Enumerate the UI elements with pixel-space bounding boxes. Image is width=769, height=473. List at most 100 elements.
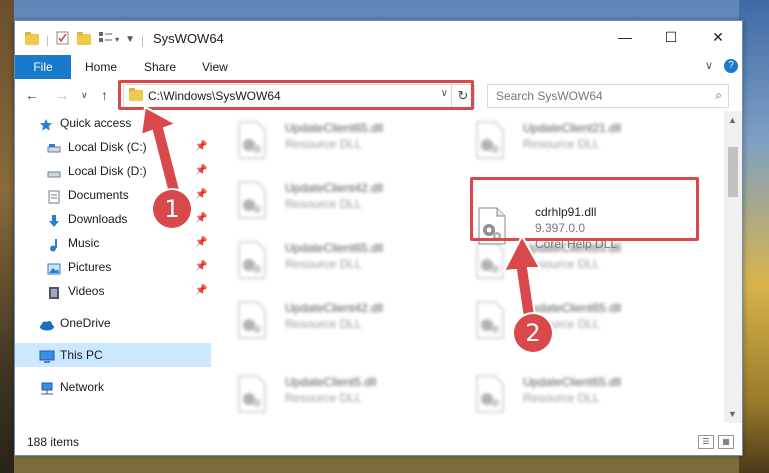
view-menu-icon[interactable] <box>99 32 113 47</box>
file-type: Resource DLL <box>523 391 600 405</box>
up-arrow-icon[interactable]: ↑ <box>101 87 108 103</box>
file-item[interactable]: UpdateClient5.dll Resource DLL <box>237 373 467 421</box>
pin-icon[interactable]: 📌 <box>195 279 207 303</box>
music-icon <box>47 236 61 252</box>
sidebar-item-pictures[interactable]: Pictures 📌 <box>15 255 211 279</box>
tab-file[interactable]: File <box>15 55 71 79</box>
file-item[interactable]: UpdateClient21.dll Resource DLL <box>475 119 705 167</box>
pin-icon[interactable]: 📌 <box>195 135 207 159</box>
search-box[interactable]: Search SysWOW64 ⌕ <box>487 84 729 108</box>
quick-access-toolbar: | ▾ ▼ | <box>25 31 144 48</box>
desktop-background-right <box>739 0 769 473</box>
pin-icon[interactable]: 📌 <box>195 207 207 231</box>
dll-file-icon <box>238 121 266 159</box>
file-type: Resource DLL <box>285 391 362 405</box>
forward-arrow-icon[interactable]: → <box>55 87 69 103</box>
refresh-icon[interactable]: ↻ <box>451 85 474 107</box>
sidebar-item-quick-access[interactable]: Quick access <box>15 111 211 135</box>
file-item[interactable]: UpdateClient42.dll Resource DLL <box>237 179 467 227</box>
scroll-down-icon[interactable]: ▼ <box>728 409 737 419</box>
dll-file-icon <box>238 375 266 413</box>
chevron-down-icon[interactable]: ∨ <box>441 88 448 99</box>
file-list: UpdateClient65.dll Resource DLL UpdateCl… <box>211 111 724 421</box>
file-item[interactable]: UpdateClient65.dll Resource DLL <box>237 119 467 167</box>
sidebar-item-this-pc[interactable]: This PC <box>15 343 211 367</box>
pin-icon[interactable]: 📌 <box>195 231 207 255</box>
network-icon <box>39 380 53 395</box>
address-path[interactable]: C:\Windows\SysWOW64 <box>148 89 281 103</box>
sidebar-item-network[interactable]: Network <box>15 375 211 399</box>
desktop-background-left <box>0 0 14 473</box>
file-version: 9.397.0.0 <box>535 221 586 235</box>
tab-share[interactable]: Share <box>144 55 176 79</box>
file-type: Resource DLL <box>285 257 362 271</box>
file-name: UpdateClient42.dll <box>285 181 384 195</box>
address-bar[interactable]: C:\Windows\SysWOW64 ∨ ↻ <box>123 84 475 108</box>
search-icon[interactable]: ⌕ <box>715 88 722 103</box>
sidebar-item-music[interactable]: Music 📌 <box>15 231 211 255</box>
sidebar-item-label: Videos <box>68 284 105 298</box>
file-type: Resource DLL <box>523 137 600 151</box>
dll-file-icon <box>476 121 504 159</box>
dll-file-icon <box>238 181 266 219</box>
sidebar-item-local-disk-c[interactable]: Local Disk (C:) 📌 <box>15 135 211 159</box>
tab-home[interactable]: Home <box>85 55 117 79</box>
pin-icon[interactable]: 📌 <box>195 159 207 183</box>
expand-ribbon-icon[interactable]: ∨ <box>705 59 713 72</box>
sidebar-item-label: Music <box>68 236 100 250</box>
sidebar-item-label: Local Disk (C:) <box>68 140 147 154</box>
close-button[interactable]: ✕ <box>695 21 741 53</box>
minimize-button[interactable]: — <box>602 21 648 53</box>
file-item[interactable]: UpdateClient65.dll Resource DLL <box>475 299 705 347</box>
search-input[interactable]: Search SysWOW64 <box>496 89 603 103</box>
ribbon-tabs: File Home Share View ∨ ? <box>15 55 742 80</box>
customize-toolbar-icon[interactable]: ▼ <box>125 34 135 45</box>
chevron-down-icon[interactable]: ▾ <box>115 35 119 44</box>
file-item[interactable]: UpdateClient65.dll Resource DLL <box>475 373 705 421</box>
drive-icon <box>47 140 61 154</box>
file-name: UpdateClient21.dll <box>523 121 622 135</box>
properties-icon[interactable] <box>56 31 69 48</box>
large-icons-view-icon[interactable]: ▦ <box>718 435 734 449</box>
sidebar-item-local-disk-d[interactable]: Local Disk (D:) 📌 <box>15 159 211 183</box>
file-name: UpdateClient65.dll <box>285 241 384 255</box>
sidebar-item-onedrive[interactable]: OneDrive <box>15 311 211 335</box>
details-view-icon[interactable]: ☰ <box>698 435 714 449</box>
window-title: SysWOW64 <box>153 31 224 46</box>
file-item-cdrhlp91[interactable]: cdrhlp91.dll 9.397.0.0 Corel Help DLL <box>477 203 707 251</box>
maximize-button[interactable]: ☐ <box>648 21 694 53</box>
document-icon <box>47 188 61 204</box>
navigation-bar: ← → ∨ ↑ C:\Windows\SysWOW64 ∨ ↻ Search S… <box>15 79 742 111</box>
videos-icon <box>47 284 61 299</box>
sidebar-item-label: Quick access <box>60 116 132 130</box>
dll-file-icon <box>478 207 506 245</box>
step-marker-1: 1 <box>153 190 191 228</box>
help-icon[interactable]: ? <box>724 59 738 73</box>
vertical-scrollbar[interactable]: ▲ ▼ <box>724 111 742 423</box>
step-marker-2: 2 <box>514 314 552 352</box>
file-item[interactable]: UpdateClient65.dll Resource DLL <box>237 239 467 287</box>
file-item[interactable]: UpdateClient42.dll Resource DLL <box>237 299 467 347</box>
pin-icon[interactable]: 📌 <box>195 183 207 207</box>
scroll-up-icon[interactable]: ▲ <box>728 115 737 125</box>
pictures-icon <box>47 260 61 275</box>
download-icon <box>47 212 61 227</box>
toolbar-separator: | <box>46 32 50 47</box>
tab-view[interactable]: View <box>202 55 228 79</box>
sidebar-item-videos[interactable]: Videos 📌 <box>15 279 211 303</box>
drive-icon <box>47 164 61 178</box>
sidebar-item-label: OneDrive <box>60 316 111 330</box>
star-icon <box>39 116 53 131</box>
toolbar-separator: | <box>141 32 145 47</box>
scroll-thumb[interactable] <box>728 147 738 197</box>
sidebar-item-label: This PC <box>60 348 103 362</box>
sidebar-item-label: Documents <box>68 188 129 202</box>
recent-locations-icon[interactable]: ∨ <box>81 90 88 101</box>
back-arrow-icon[interactable]: ← <box>25 87 39 103</box>
new-folder-icon[interactable] <box>77 32 92 45</box>
file-explorer-window: | ▾ ▼ | SysWOW64 — ☐ ✕ File Home Share V… <box>14 20 743 456</box>
file-type: Resource DLL <box>285 137 362 151</box>
file-name: UpdateClient42.dll <box>285 301 384 315</box>
pin-icon[interactable]: 📌 <box>195 255 207 279</box>
sidebar-item-label: Local Disk (D:) <box>68 164 147 178</box>
